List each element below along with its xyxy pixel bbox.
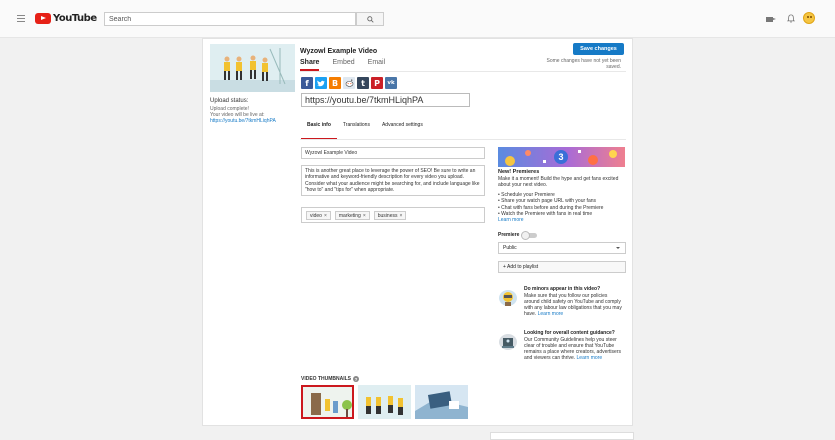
thumbnails-heading: VIDEO THUMBNAILS bbox=[301, 376, 351, 382]
divider bbox=[300, 139, 626, 140]
tab-embed[interactable]: Embed bbox=[332, 59, 354, 71]
guidance-tip: Looking for overall content guidance? Ou… bbox=[498, 330, 626, 374]
search-input[interactable] bbox=[105, 13, 355, 25]
share-tabs: Share Embed Email bbox=[300, 59, 385, 71]
minors-learn-more-link[interactable]: Learn more bbox=[538, 311, 564, 317]
share-url-field[interactable]: https://youtu.be/7tkmHLiqhPA bbox=[301, 93, 470, 107]
video-title-heading: Wyzowl Example Video bbox=[300, 48, 378, 55]
thumbnail-option[interactable] bbox=[301, 385, 354, 419]
twitter-icon[interactable] bbox=[315, 77, 327, 89]
tag-chip: business × bbox=[373, 211, 407, 220]
thumbnail-option[interactable] bbox=[415, 385, 468, 419]
video-preview bbox=[210, 44, 295, 92]
reddit-icon[interactable] bbox=[343, 77, 355, 89]
description-field[interactable]: This is another great place to leverage … bbox=[301, 165, 485, 196]
tag-label: business bbox=[377, 213, 398, 219]
minors-tip-body: Make sure that you follow our policies a… bbox=[524, 293, 622, 317]
tumblr-icon[interactable]: t bbox=[357, 77, 369, 89]
tab-advanced-settings[interactable]: Advanced settings bbox=[376, 122, 429, 140]
tag-label: video bbox=[310, 213, 322, 219]
blogger-icon[interactable]: B bbox=[329, 77, 341, 89]
add-to-playlist-button[interactable]: + Add to playlist bbox=[498, 261, 626, 273]
guidance-learn-more-link[interactable]: Learn more bbox=[577, 355, 603, 361]
upload-status-heading: Upload status: bbox=[210, 98, 249, 104]
premieres-intro: Make it a moment! Build the hype and get… bbox=[498, 176, 619, 189]
top-bar: YouTube bbox=[0, 0, 835, 38]
tags-field[interactable]: video × marketing × business × bbox=[301, 207, 485, 223]
remove-tag-icon[interactable]: × bbox=[399, 213, 402, 219]
save-changes-button[interactable]: Save changes bbox=[573, 43, 624, 55]
minors-tip: Do minors appear in this video? Make sur… bbox=[498, 286, 626, 326]
bell-icon[interactable] bbox=[787, 14, 795, 23]
remove-tag-icon[interactable]: × bbox=[324, 213, 327, 219]
divider bbox=[300, 71, 626, 72]
premiere-toggle: Premiere bbox=[498, 231, 538, 240]
edit-tabs: Basic info Translations Advanced setting… bbox=[301, 122, 429, 140]
child-safety-icon bbox=[499, 290, 517, 306]
logo-text: YouTube bbox=[53, 13, 97, 24]
video-thumbnails-label: VIDEO THUMBNAILS ? bbox=[301, 376, 359, 382]
avatar[interactable] bbox=[803, 12, 815, 24]
premiere-switch[interactable] bbox=[521, 231, 538, 240]
tab-translations[interactable]: Translations bbox=[337, 122, 376, 140]
premieres-learn-more-link[interactable]: Learn more bbox=[498, 217, 603, 223]
unsaved-note: Some changes have not yet been saved. bbox=[546, 58, 622, 70]
search-box[interactable] bbox=[104, 12, 356, 26]
title-field[interactable]: Wyzowl Example Video bbox=[301, 147, 485, 159]
upload-status: Upload status: Upload complete! Your vid… bbox=[210, 98, 300, 124]
tag-label: marketing bbox=[338, 213, 361, 219]
visibility-select[interactable]: Public bbox=[498, 242, 626, 254]
thumbnail-option[interactable] bbox=[358, 385, 411, 419]
premieres-banner: 3 bbox=[498, 147, 625, 167]
tab-share[interactable]: Share bbox=[300, 59, 320, 71]
tag-chip: marketing × bbox=[334, 211, 370, 220]
youtube-logo[interactable]: YouTube bbox=[35, 12, 97, 25]
premieres-art-number: 3 bbox=[558, 152, 563, 162]
list-item: • Chat with fans before and during the P… bbox=[498, 204, 604, 211]
menu-icon[interactable] bbox=[17, 15, 25, 22]
pinterest-icon[interactable]: P bbox=[371, 77, 383, 89]
premiere-toggle-label: Premiere bbox=[498, 232, 520, 238]
guidance-tip-title: Looking for overall content guidance? bbox=[524, 330, 615, 336]
tab-basic-info[interactable]: Basic info bbox=[301, 122, 337, 140]
live-link[interactable]: https://youtu.be/7tkmHLiqhPA bbox=[210, 118, 300, 124]
bottom-bar bbox=[490, 432, 634, 440]
tab-email[interactable]: Email bbox=[368, 59, 386, 71]
tag-chip: video × bbox=[306, 211, 331, 220]
social-share-icons: f B t P vk bbox=[301, 77, 397, 89]
premieres-heading: New! Premieres bbox=[498, 169, 540, 175]
upload-card: Upload status: Upload complete! Your vid… bbox=[202, 38, 633, 426]
remove-tag-icon[interactable]: × bbox=[363, 213, 366, 219]
list-item: • Share your watch page URL with your fa… bbox=[498, 198, 597, 205]
chevron-down-icon bbox=[616, 247, 620, 249]
vk-icon[interactable]: vk bbox=[385, 77, 397, 89]
help-icon[interactable]: ? bbox=[353, 376, 359, 382]
youtube-play-icon bbox=[35, 13, 51, 24]
search-button[interactable] bbox=[356, 12, 384, 26]
premieres-list: • Schedule your Premiere • Share your wa… bbox=[498, 192, 603, 223]
upload-video-icon[interactable] bbox=[766, 17, 776, 22]
guidance-tip-body: Our Community Guidelines help you steer … bbox=[524, 337, 621, 361]
facebook-icon[interactable]: f bbox=[301, 77, 313, 89]
video-thumbnail-preview bbox=[210, 44, 295, 92]
visibility-value: Public bbox=[503, 245, 517, 251]
minors-tip-title: Do minors appear in this video? bbox=[524, 286, 601, 292]
search-icon bbox=[366, 15, 374, 23]
guidelines-icon bbox=[499, 334, 517, 350]
